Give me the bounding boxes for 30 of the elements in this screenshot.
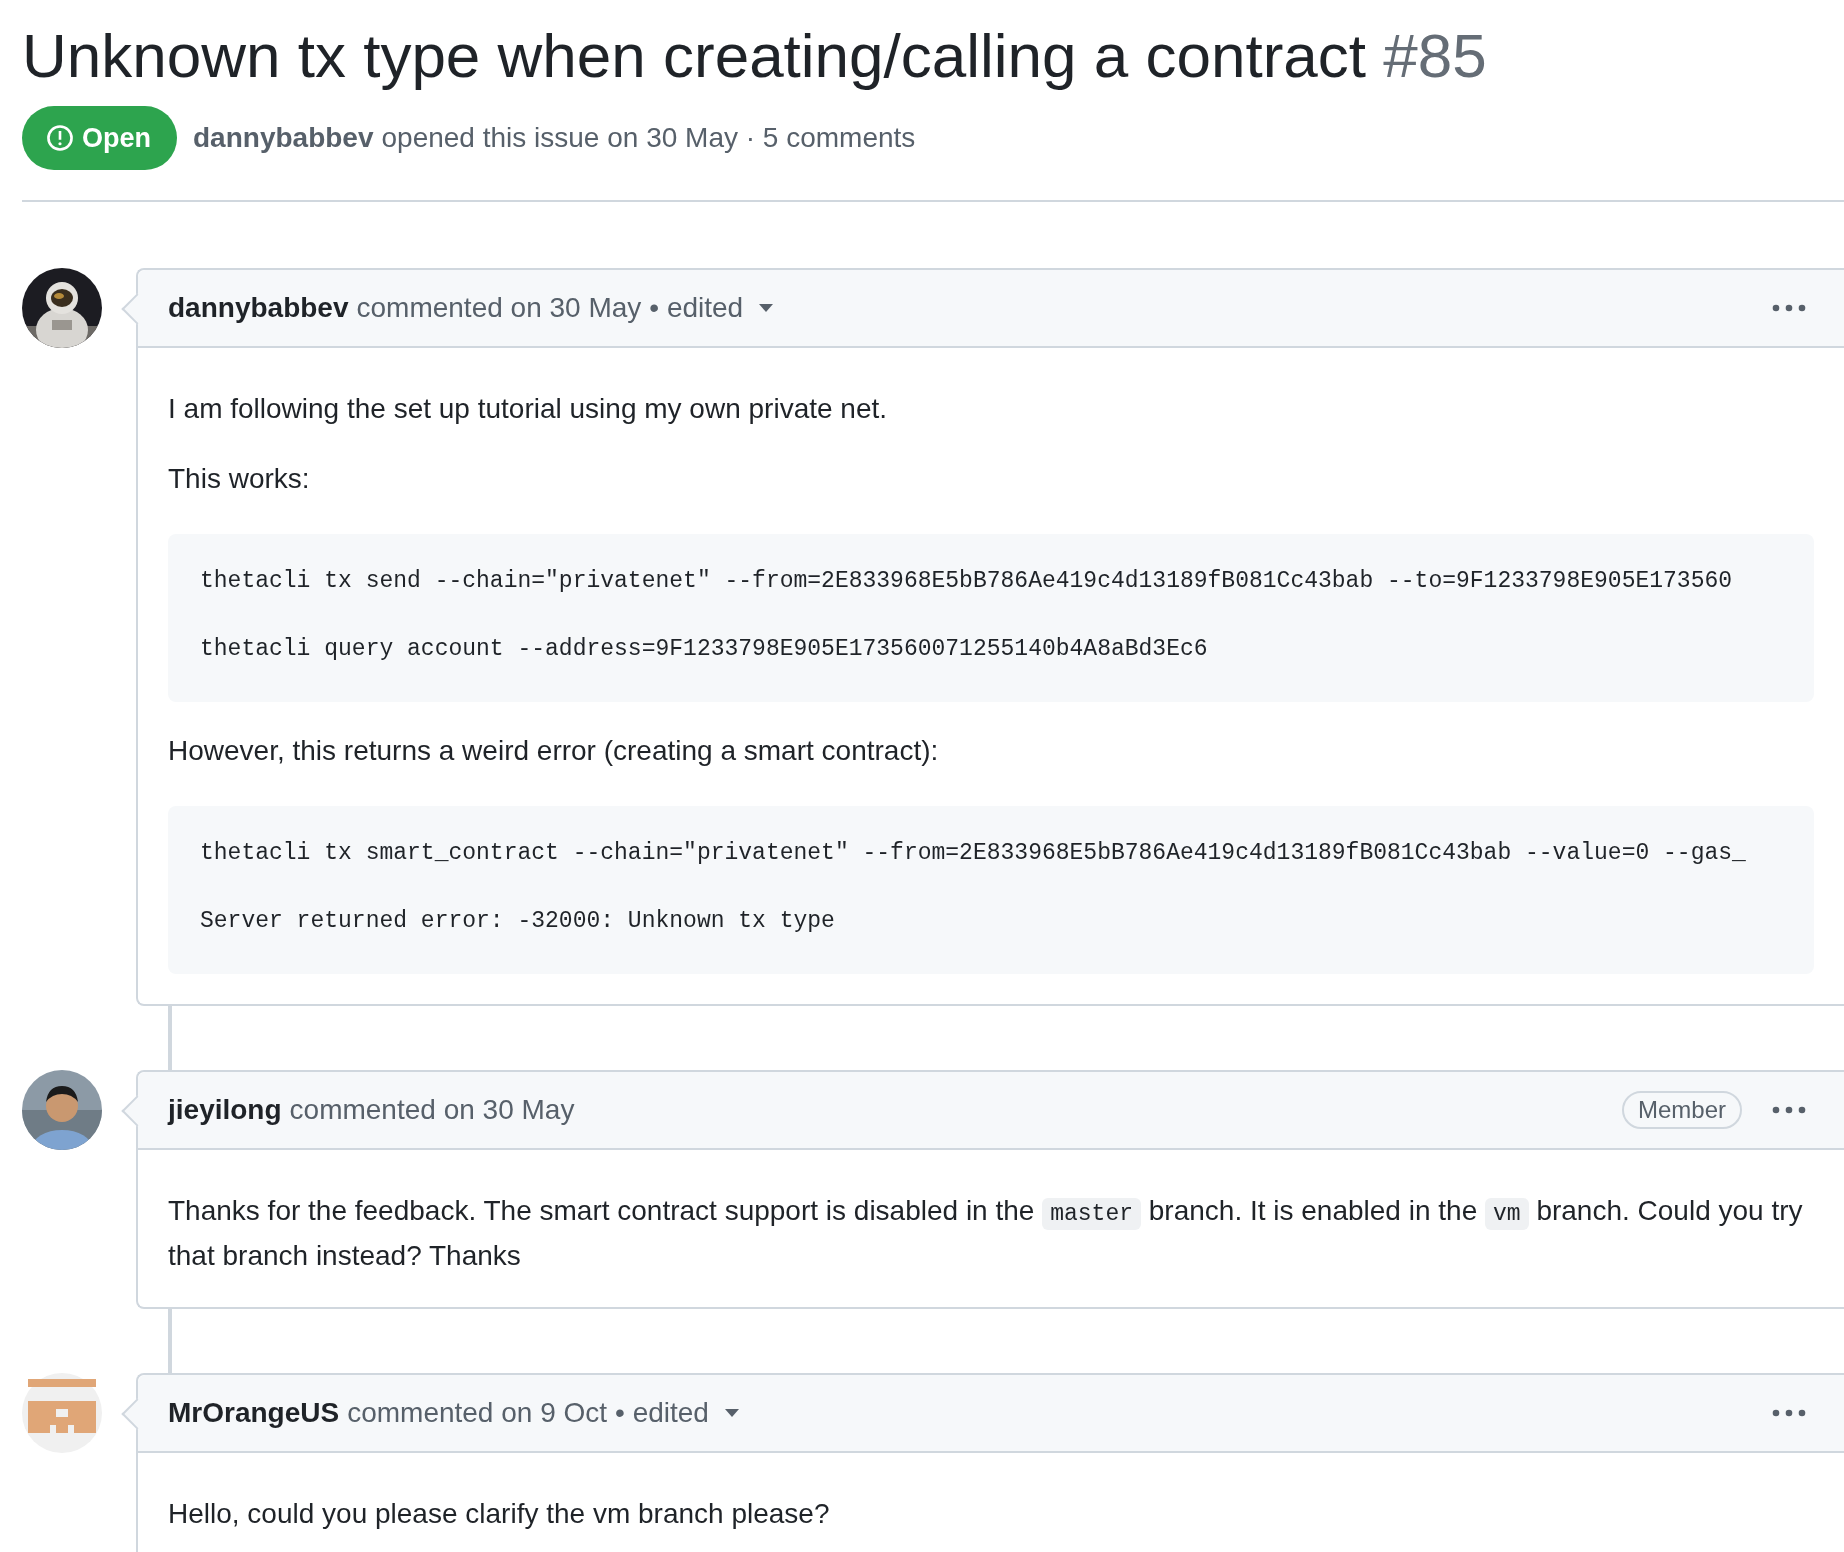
comment-author[interactable]: MrOrangeUS [168, 1397, 340, 1429]
comment-text: I am following the set up tutorial using my own private net. [168, 392, 889, 426]
role-label: Member [1621, 1091, 1742, 1129]
comment-text: This works: [168, 462, 311, 496]
code-line: Server returned error: -32000: Unknown tx type [200, 907, 836, 936]
code-line: thetacli query account --address=9F1233798E905E173560071255140b4A8aBd3Ec6 [200, 635, 1209, 664]
comment-author[interactable]: jieyilong [168, 1094, 282, 1126]
edited-dropdown[interactable]: • edited [649, 292, 774, 324]
comment-text: However, this returns a weird error (creating a smart contract): [168, 734, 940, 768]
alert-circle-icon [46, 124, 74, 152]
comment-date: commented on 9 Oct [347, 1397, 608, 1429]
code-line: thetacli tx send --chain="privatenet" --from=2E833968E5bB786Ae419c4d13189fB081Cc43bab --to=9F1233798E905E173560 [200, 567, 1734, 596]
comment-date: commented on 30 May [356, 292, 642, 324]
comment-text: Thanks for the feedback. The smart contract support is disabled in the master branch. It is enabled in the vm branch. Could you try that branch instead? Thanks [168, 1194, 1804, 1273]
caret-icon [724, 1409, 739, 1417]
comment-text: Hello, could you please clarify the vm branch please? [168, 1497, 831, 1531]
comment-author[interactable]: dannybabbev [168, 292, 349, 324]
comment-date: commented on 30 May [289, 1094, 575, 1126]
issue-title: Unknown tx type when creating/calling a contract [22, 21, 1367, 90]
author-link[interactable]: dannybabbev [193, 122, 374, 154]
more-options-icon[interactable] [1772, 304, 1806, 312]
issue-number: #85 [1383, 21, 1487, 90]
code-line: thetacli tx smart_contract --chain="privatenet" --from=2E833968E5bB786Ae419c4d13189fB081Cc43bab --value=0 --gas_ [200, 839, 1747, 868]
identicon-icon [22, 1373, 102, 1453]
caret-icon [759, 304, 774, 312]
issue-summary: opened this issue on 30 May · 5 comments [381, 122, 916, 154]
more-options-icon[interactable] [1772, 1106, 1806, 1114]
more-options-icon[interactable] [1772, 1409, 1806, 1417]
status-badge: Open [22, 106, 177, 170]
edited-dropdown[interactable]: • edited [615, 1397, 739, 1429]
